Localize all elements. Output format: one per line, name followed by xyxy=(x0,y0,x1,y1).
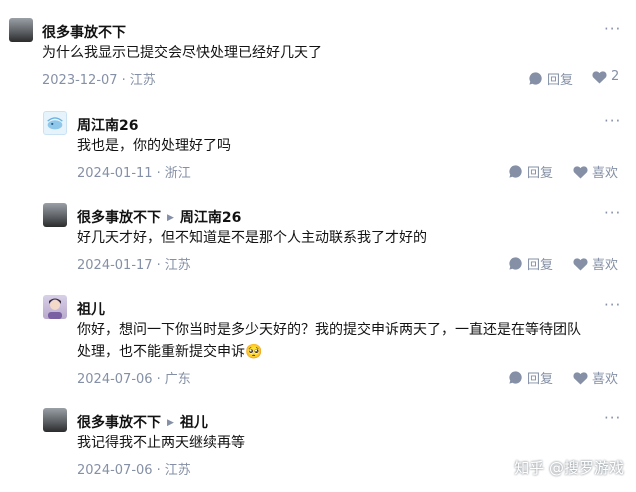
comment-text: 你好，想问一下你当时是多少天好的？我的提交申诉两天了，一直还是在等待团队 处理，… xyxy=(77,319,581,363)
reply-label: 回复 xyxy=(527,166,554,181)
like-label: 喜欢 xyxy=(592,166,619,181)
heart-icon xyxy=(573,371,588,385)
comment-location: 江苏 xyxy=(164,463,191,478)
reply-icon xyxy=(509,371,522,384)
reply-label: 回复 xyxy=(527,372,554,387)
reply-to-name[interactable]: 周江南26 xyxy=(180,210,241,226)
reply-icon xyxy=(509,257,522,270)
like-button[interactable]: 喜欢 xyxy=(573,368,618,387)
avatar[interactable] xyxy=(43,408,67,432)
comment-location: 江苏 xyxy=(129,73,156,88)
meta-separator: · xyxy=(156,258,161,273)
author-name[interactable]: 很多事放不下 xyxy=(42,22,126,42)
comment-text: 我也是，你的处理好了吗 xyxy=(77,138,231,154)
comment-location: 浙江 xyxy=(164,166,191,181)
avatar-person-icon xyxy=(48,298,62,319)
like-count: 2 xyxy=(611,69,620,84)
reply-icon xyxy=(509,165,522,178)
meta-separator: · xyxy=(156,463,161,478)
like-label: 喜欢 xyxy=(592,372,619,387)
comment-text-line: 处理，也不能重新提交申诉🥺 xyxy=(77,344,263,360)
meta-separator: · xyxy=(121,73,126,88)
comment-meta: 2024-07-06 · 广东 xyxy=(77,368,191,387)
more-options-icon[interactable]: ··· xyxy=(604,20,621,38)
avatar[interactable] xyxy=(43,111,67,135)
author-name[interactable]: 祖儿 xyxy=(77,299,105,319)
author-name[interactable]: 很多事放不下 ▶ 祖儿 xyxy=(77,412,208,432)
avatar-bird-icon xyxy=(47,117,63,130)
reply-button[interactable]: 回复 xyxy=(508,368,553,387)
reply-to-name[interactable]: 祖儿 xyxy=(180,415,208,431)
comment-date: 2024-01-17 xyxy=(77,258,153,273)
comment-location: 江苏 xyxy=(164,258,191,273)
reply-button[interactable]: 回复 xyxy=(528,69,573,88)
author-name[interactable]: 很多事放不下 ▶ 周江南26 xyxy=(77,207,241,227)
reply-arrow-icon: ▶ xyxy=(167,418,174,428)
comment-text-line: 你好，想问一下你当时是多少天好的？我的提交申诉两天了，一直还是在等待团队 xyxy=(77,322,581,338)
like-label: 喜欢 xyxy=(592,258,619,273)
comment-meta: 2024-07-06 · 江苏 xyxy=(77,459,191,478)
avatar[interactable] xyxy=(43,203,67,227)
reply-button[interactable]: 回复 xyxy=(508,162,553,181)
reply-label: 回复 xyxy=(547,73,574,88)
more-options-icon[interactable]: ··· xyxy=(604,409,621,427)
comment-location: 广东 xyxy=(164,372,191,387)
heart-icon xyxy=(573,257,588,271)
heart-icon xyxy=(573,165,588,179)
comment-meta: 2024-01-11 · 浙江 xyxy=(77,162,191,181)
heart-icon xyxy=(592,70,607,84)
comment-text: 好几天才好，但不知道是不是那个人主动联系我了才好的 xyxy=(77,230,427,246)
comment-date: 2024-01-11 xyxy=(77,166,153,181)
comment-date: 2024-07-06 xyxy=(77,463,153,478)
comment-meta: 2024-01-17 · 江苏 xyxy=(77,254,191,273)
watermark: 知乎 @搜罗游戏 xyxy=(514,459,624,477)
meta-separator: · xyxy=(156,166,161,181)
comment-text: 为什么我显示已提交会尽快处理已经好几天了 xyxy=(42,45,322,61)
author-name-text: 很多事放不下 xyxy=(77,210,161,226)
like-button[interactable]: 喜欢 xyxy=(573,254,618,273)
comment-meta: 2023-12-07 · 江苏 xyxy=(42,69,156,88)
reply-icon xyxy=(529,72,542,85)
more-options-icon[interactable]: ··· xyxy=(604,204,621,222)
comment-date: 2024-07-06 xyxy=(77,372,153,387)
reply-arrow-icon: ▶ xyxy=(167,213,174,223)
avatar[interactable] xyxy=(9,18,33,42)
reply-label: 回复 xyxy=(527,258,554,273)
more-options-icon[interactable]: ··· xyxy=(604,112,621,130)
like-button[interactable]: 2 xyxy=(592,69,619,84)
more-options-icon[interactable]: ··· xyxy=(604,296,621,314)
meta-separator: · xyxy=(156,372,161,387)
avatar[interactable] xyxy=(43,295,67,319)
like-button[interactable]: 喜欢 xyxy=(573,162,618,181)
comment-date: 2023-12-07 xyxy=(42,73,118,88)
comment-text: 我记得我不止两天继续再等 xyxy=(77,435,245,451)
author-name[interactable]: 周江南26 xyxy=(77,115,138,135)
reply-button[interactable]: 回复 xyxy=(508,254,553,273)
author-name-text: 很多事放不下 xyxy=(77,415,161,431)
